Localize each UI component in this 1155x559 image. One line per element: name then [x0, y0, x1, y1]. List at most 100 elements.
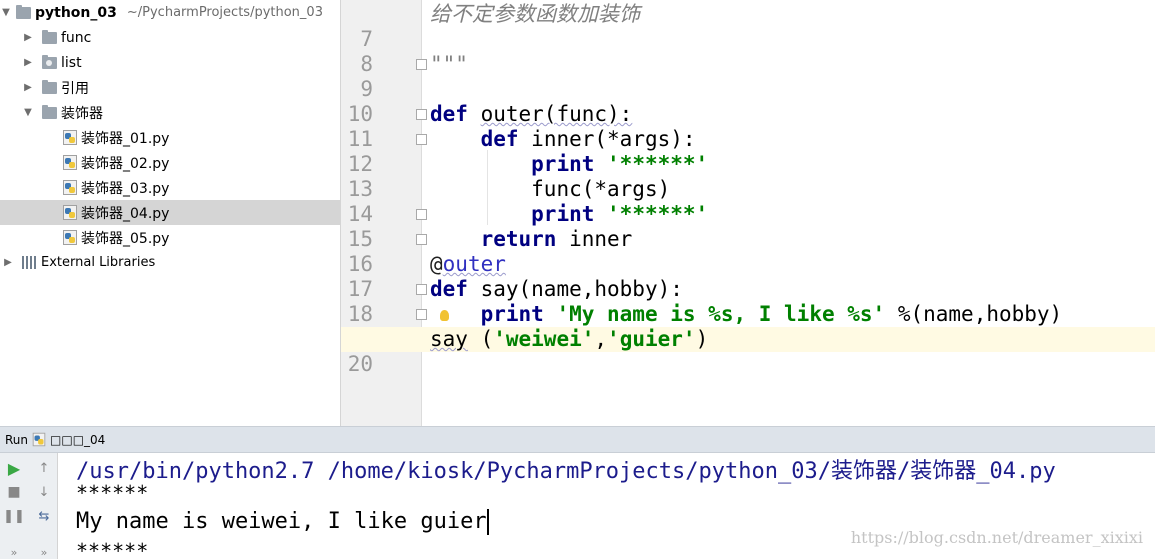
code-line[interactable]: 10	[341, 77, 1155, 126]
chevron-right-icon[interactable]: ▶	[22, 32, 34, 43]
code-text: def say(name,hobby):	[430, 277, 683, 302]
chevron-right-icon[interactable]: ▶	[22, 57, 34, 68]
fold-marker-icon[interactable]	[416, 209, 427, 220]
console-output-line: ******	[76, 539, 149, 559]
more-actions-icon[interactable]: »	[5, 543, 23, 559]
file-label: 装饰器_04.py	[81, 205, 170, 222]
tree-file-selected[interactable]: 装饰器_04.py	[0, 200, 340, 225]
scroll-down-icon[interactable]: ↓	[35, 483, 53, 501]
code-line[interactable]: 16 return inner	[341, 227, 1155, 276]
docstring-text: 给不定参数函数加装饰	[430, 2, 640, 26]
keyword-print: print	[480, 302, 544, 326]
file-label: 装饰器_02.py	[81, 155, 170, 172]
code-line[interactable]: 14 func(*args)	[341, 177, 1155, 226]
watermark: https://blog.csdn.net/dreamer_xixixi	[850, 528, 1143, 547]
code-text: return inner	[430, 227, 633, 252]
folder-icon	[42, 79, 57, 94]
tree-file[interactable]: 装饰器_03.py	[0, 175, 340, 200]
tree-file[interactable]: 装饰器_02.py	[0, 150, 340, 175]
python-file-icon	[63, 230, 77, 245]
code-line[interactable]: 18 def say(name,hobby):	[341, 277, 1155, 326]
keyword-return: return	[480, 227, 557, 251]
tree-external-libraries[interactable]: ▶ External Libraries	[0, 250, 340, 275]
tree-folder-func[interactable]: ▶ func	[0, 25, 340, 50]
chevron-right-icon[interactable]: ▶	[2, 257, 14, 268]
keyword-def: def	[430, 102, 468, 126]
folder-label: list	[61, 54, 82, 71]
python-file-icon	[63, 130, 77, 145]
code-text: print 'My name is %s, I like %s' %(name,…	[430, 302, 1063, 327]
text-caret	[486, 509, 489, 535]
project-root-name: python_03	[35, 4, 117, 21]
code-text: def inner(*args):	[430, 127, 696, 152]
console-output-line: ******	[76, 481, 149, 505]
project-root-path: ~/PycharmProjects/python_03	[126, 5, 323, 20]
scroll-up-icon[interactable]: ↑	[35, 459, 53, 477]
code-line[interactable]: 13 print '******'	[341, 152, 1155, 201]
line-number: 20	[347, 352, 373, 376]
code-text: """	[430, 52, 468, 77]
string-literal: '******'	[607, 152, 709, 176]
chevron-right-icon[interactable]: ▶	[22, 82, 34, 93]
library-icon	[22, 256, 38, 269]
fold-marker-icon[interactable]	[416, 109, 427, 120]
run-config-tab[interactable]: □□□_04	[50, 433, 105, 447]
rerun-icon[interactable]: ▶	[5, 459, 23, 478]
project-tree: ▼ python_03 ~/PycharmProjects/python_03 …	[0, 0, 341, 426]
code-editor[interactable]: 7 给不定参数函数加装饰 8 9 """ 10 11 def outer(fun…	[341, 0, 1155, 426]
code-line[interactable]: 19 print 'My name is %s, I like %s' %(na…	[341, 302, 1155, 351]
code-line[interactable]: 17 @outer	[341, 252, 1155, 301]
python-file-icon	[32, 432, 46, 447]
folder-label: 装饰器	[61, 105, 103, 122]
pause-icon[interactable]: ❚❚	[3, 507, 25, 525]
code-line-current[interactable]: 20 say ('weiwei','guier')	[341, 327, 1155, 376]
run-tool-window-header[interactable]: Run □□□_04	[0, 426, 1155, 453]
keyword-print: print	[531, 202, 595, 226]
more-actions-icon[interactable]: »	[35, 543, 53, 559]
fold-marker-icon[interactable]	[416, 309, 427, 320]
string-literal: '******'	[607, 202, 709, 226]
tree-root[interactable]: ▼ python_03 ~/PycharmProjects/python_03	[0, 0, 340, 25]
function-signature: outer(func):	[480, 102, 633, 126]
code-line[interactable]: 7 给不定参数函数加装饰	[341, 2, 1155, 51]
tree-file[interactable]: 装饰器_01.py	[0, 125, 340, 150]
run-label: Run	[5, 432, 29, 447]
keyword-def: def	[430, 277, 468, 301]
code-line[interactable]: 9 """	[341, 52, 1155, 101]
code-line[interactable]: 15 print '******'	[341, 202, 1155, 251]
string-literal: 'My name is %s, I like %s'	[556, 302, 886, 326]
code-line[interactable]: 8	[341, 27, 1155, 76]
keyword-print: print	[531, 152, 595, 176]
tree-folder-list[interactable]: ▶ list	[0, 50, 340, 75]
code-text: say ('weiwei','guier')	[430, 327, 708, 352]
console-command-line: /usr/bin/python2.7 /home/kiosk/PycharmPr…	[76, 459, 1056, 484]
comma: ,	[594, 327, 608, 351]
code-line[interactable]: 12 def inner(*args):	[341, 127, 1155, 176]
fold-marker-icon[interactable]	[416, 59, 427, 70]
paren-open: (	[467, 327, 494, 351]
tree-folder-yinyong[interactable]: ▶ 引用	[0, 75, 340, 100]
soft-wrap-icon[interactable]: ⇆	[35, 507, 53, 525]
package-icon	[42, 54, 57, 69]
run-toolbar: ▶ ↑ ■ ↓ ❚❚ ⇆ » »	[0, 453, 58, 559]
external-libraries-label: External Libraries	[41, 255, 156, 270]
chevron-down-icon[interactable]: ▼	[22, 107, 34, 118]
function-signature: say(name,hobby):	[480, 277, 683, 301]
code-line[interactable]: 11 def outer(func):	[341, 102, 1155, 151]
paren-close: )	[695, 327, 709, 351]
keyword-def: def	[480, 127, 519, 151]
file-label: 装饰器_03.py	[81, 180, 170, 197]
docstring-end: """	[430, 52, 468, 76]
fold-marker-icon[interactable]	[416, 134, 427, 145]
fold-marker-icon[interactable]	[416, 284, 427, 295]
fold-marker-icon[interactable]	[416, 234, 427, 245]
folder-label: func	[61, 29, 92, 46]
chevron-down-icon[interactable]: ▼	[0, 7, 12, 18]
string-literal: 'guier'	[607, 327, 696, 351]
tree-file[interactable]: 装饰器_05.py	[0, 225, 340, 250]
tree-folder-decorator[interactable]: ▼ 装饰器	[0, 100, 340, 125]
string-literal: 'weiwei'	[493, 327, 595, 351]
folder-icon	[42, 104, 57, 119]
stop-icon[interactable]: ■	[5, 483, 23, 501]
code-text: 给不定参数函数加装饰	[430, 2, 640, 27]
